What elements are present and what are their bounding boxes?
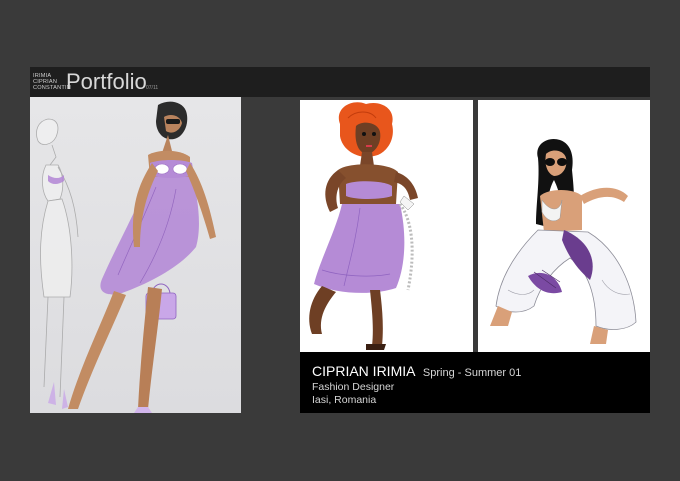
sketch-image-right[interactable] [478,100,650,352]
designer-name: CIPRIAN IRIMIA [312,363,416,379]
collection-season: Spring - Summer 01 [422,367,522,379]
header-bar: IRIMIA CIPRIAN CONSTANTIN Portfolio 07/1… [30,67,650,97]
page-indicator: 07/11 [146,85,159,91]
fashion-sketch-red-hair-lilac-dress-icon [300,100,473,352]
fashion-sketch-two-figures-icon [30,97,241,413]
fashion-sketch-crouching-figure-icon [478,100,650,352]
portfolio-title: Portfolio [66,69,147,94]
sketch-image-middle[interactable] [300,100,473,352]
sketch-image-left[interactable] [30,97,241,413]
designer-location: Iasi, Romania [312,394,377,406]
caption-title-line: CIPRIAN IRIMIA Spring - Summer 01 [312,363,521,381]
designer-caption: CIPRIAN IRIMIA Spring - Summer 01 Fashio… [300,352,650,413]
designer-role: Fashion Designer [312,381,395,393]
